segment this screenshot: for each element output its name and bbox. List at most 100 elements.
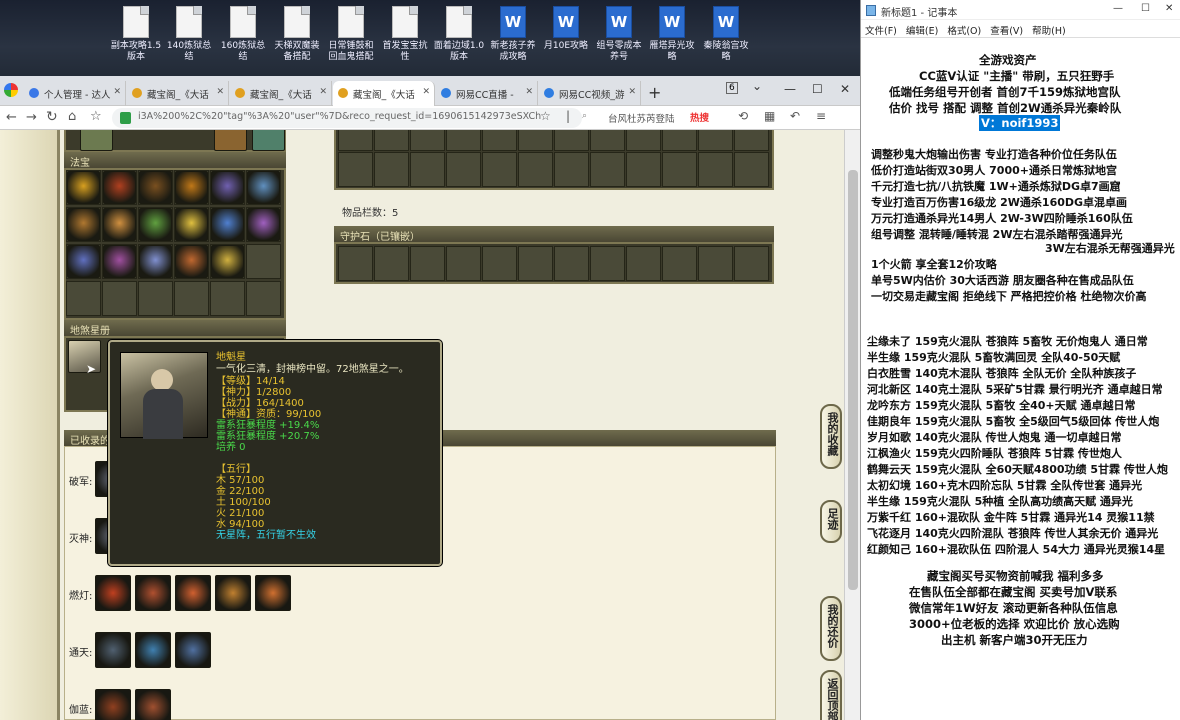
fabao-slot[interactable] [138, 207, 173, 242]
inventory-slot[interactable] [482, 130, 517, 151]
extension-icon[interactable]: ⟲ [738, 109, 748, 123]
collected-item-icon[interactable] [135, 575, 171, 611]
star-icon[interactable]: ☆ [90, 109, 102, 124]
search-icon[interactable]: ⌕ [582, 111, 587, 121]
desktop-icon[interactable]: W 新老孩子养成攻略 [487, 6, 539, 63]
browser-tab[interactable]: 网易CC直播 - ✕ [436, 81, 538, 106]
scrollbar-thumb[interactable] [848, 170, 858, 590]
desktop-icon[interactable]: 面着边域1.0版本 [433, 6, 485, 63]
tab-close-icon[interactable]: ✕ [216, 87, 224, 97]
item-icon[interactable] [252, 130, 285, 151]
home-icon[interactable]: ⌂ [68, 109, 76, 124]
side-button-0[interactable]: 我的收藏 [820, 404, 842, 469]
fabao-slot[interactable] [102, 244, 137, 279]
fabao-item-icon[interactable] [67, 171, 100, 204]
tab-close-icon[interactable]: ✕ [628, 87, 636, 97]
fabao-item-icon[interactable] [211, 208, 244, 241]
fabao-item-icon[interactable] [139, 208, 172, 241]
collected-item-icon[interactable] [215, 575, 251, 611]
fabao-item-icon[interactable] [103, 245, 136, 278]
fabao-item-icon[interactable] [211, 245, 244, 278]
tab-close-icon[interactable]: ✕ [113, 87, 121, 97]
collected-item-icon[interactable] [95, 632, 131, 668]
fabao-slot[interactable] [210, 244, 245, 279]
close-window-icon[interactable]: ✕ [840, 82, 850, 96]
fabao-slot[interactable] [66, 207, 101, 242]
fabao-item-icon[interactable] [67, 208, 100, 241]
guardian-slot[interactable] [482, 246, 517, 281]
tab-count-badge[interactable]: 6 [726, 82, 738, 94]
search-hint[interactable]: 台风杜苏芮登陆 [608, 111, 675, 125]
browser-logo-icon[interactable] [4, 83, 18, 97]
fabao-item-icon[interactable] [139, 171, 172, 204]
fabao-slot[interactable] [174, 281, 209, 316]
inventory-slot[interactable] [410, 152, 445, 187]
notepad-menu-item[interactable]: 文件(F) [865, 26, 897, 37]
bookmark-star-icon[interactable]: ☆ [540, 109, 551, 123]
fabao-slot[interactable] [210, 207, 245, 242]
page-scrollbar[interactable] [844, 130, 860, 720]
grid-icon[interactable]: ▦ [764, 109, 775, 123]
inventory-slot[interactable] [518, 130, 553, 151]
notepad-menu-item[interactable]: 查看(V) [990, 26, 1023, 37]
inventory-slot[interactable] [482, 152, 517, 187]
desktop-icon[interactable]: 天梯双魔装备搭配 [271, 6, 323, 63]
fabao-slot[interactable] [102, 207, 137, 242]
desktop-icon[interactable]: 日常锤鼓和回血鬼搭配 [325, 6, 377, 63]
guardian-slot[interactable] [554, 246, 589, 281]
desktop-icon[interactable]: 副本攻略1.5版本 [110, 6, 162, 63]
hot-search-label[interactable]: 热搜 [690, 110, 709, 124]
fabao-slot[interactable] [138, 281, 173, 316]
inventory-slot[interactable] [410, 130, 445, 151]
notepad-close-icon[interactable]: ✕ [1165, 3, 1173, 14]
inventory-slot[interactable] [554, 130, 589, 151]
desktop-icon[interactable]: 160炼狱总结 [217, 6, 269, 63]
desktop-icon[interactable]: W 月10E攻略 [540, 6, 592, 52]
inventory-slot[interactable] [554, 152, 589, 187]
item-icon[interactable] [214, 130, 247, 151]
browser-tab[interactable]: 藏宝阁_《大话 ✕ [230, 81, 332, 106]
menu-icon[interactable]: ≡ [816, 109, 826, 123]
collected-item-icon[interactable] [175, 632, 211, 668]
guardian-slot[interactable] [518, 246, 553, 281]
guardian-slot[interactable] [698, 246, 733, 281]
fabao-item-icon[interactable] [175, 208, 208, 241]
inventory-slot[interactable] [338, 152, 373, 187]
tab-close-icon[interactable]: ✕ [525, 87, 533, 97]
fabao-item-icon[interactable] [247, 171, 280, 204]
browser-tab[interactable]: 个人管理 - 达人 ✕ [24, 81, 126, 106]
inventory-slot[interactable] [626, 152, 661, 187]
fabao-slot[interactable] [246, 281, 281, 316]
guardian-slot[interactable] [626, 246, 661, 281]
guardian-slot[interactable] [446, 246, 481, 281]
guardian-slot[interactable] [590, 246, 625, 281]
collected-item-icon[interactable] [135, 632, 171, 668]
inventory-slot[interactable] [662, 130, 697, 151]
desktop-icon[interactable]: W 雁塔异光攻略 [646, 6, 698, 63]
side-button-1[interactable]: 足迹 [820, 500, 842, 543]
maximize-icon[interactable]: ☐ [812, 82, 823, 96]
inventory-slot[interactable] [698, 152, 733, 187]
inventory-slot[interactable] [338, 130, 373, 151]
browser-tab[interactable]: 藏宝阁_《大话 ✕ [333, 81, 435, 106]
minimize-icon[interactable]: — [784, 82, 796, 96]
url-input[interactable]: i3A%200%2C%20"tag"%3A%20"user"%7D&reco_r… [112, 108, 582, 128]
inventory-slot[interactable] [518, 152, 553, 187]
fabao-item-icon[interactable] [211, 171, 244, 204]
inventory-slot[interactable] [590, 130, 625, 151]
inventory-slot[interactable] [626, 130, 661, 151]
fabao-slot[interactable] [210, 281, 245, 316]
collected-item-icon[interactable] [135, 689, 171, 720]
fabao-item-icon[interactable] [103, 171, 136, 204]
forward-icon[interactable]: → [26, 110, 37, 125]
fabao-slot[interactable] [246, 170, 281, 205]
guardian-slot[interactable] [734, 246, 769, 281]
fabao-slot[interactable] [246, 244, 281, 279]
guardian-slot[interactable] [338, 246, 373, 281]
notepad-maximize-icon[interactable]: ☐ [1141, 3, 1150, 14]
collected-item-icon[interactable] [175, 575, 211, 611]
notepad-menu-item[interactable]: 帮助(H) [1032, 26, 1066, 37]
tab-close-icon[interactable]: ✕ [422, 87, 430, 97]
fabao-slot[interactable] [210, 170, 245, 205]
fabao-item-icon[interactable] [103, 208, 136, 241]
